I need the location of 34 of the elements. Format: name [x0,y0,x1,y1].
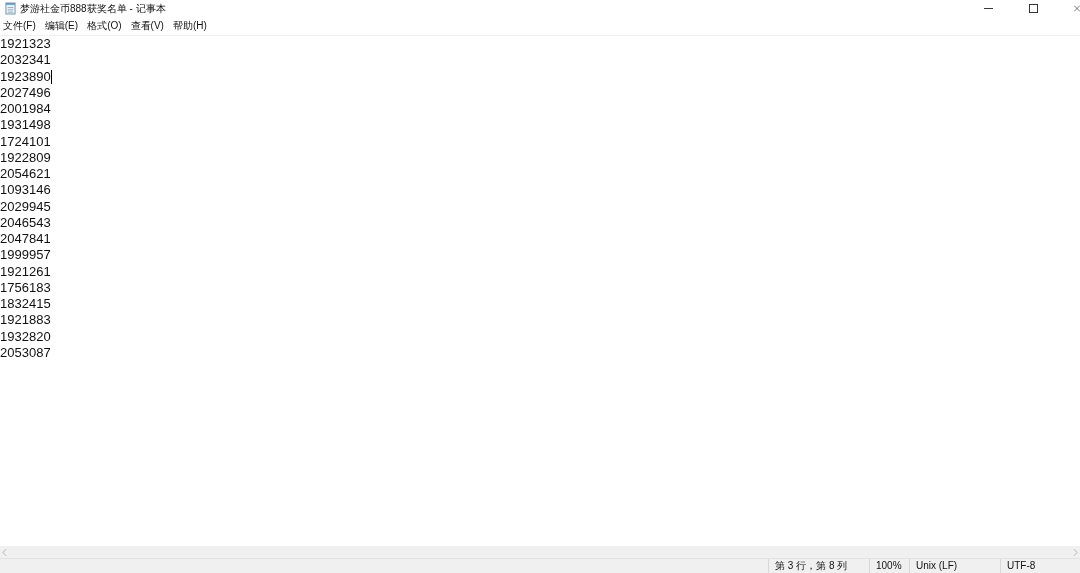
text-editor[interactable]: 1921323 2032341 1923890 2027496 2001984 1931498 1724101 1922809 2054621 1093146 2029945 2046543 2047841 1999957 1921261 1756183 1832415 1921883 1932820 2053087 [0,36,1080,546]
text-line: 2054621 [0,166,51,183]
close-icon[interactable] [1074,4,1080,13]
text-line: 1724101 [0,133,51,150]
text-line: 2032341 [0,52,51,69]
text-line: 1999957 [0,247,51,264]
menu-item[interactable]: 查看(V) [130,19,164,33]
text-line: 1922809 [0,149,51,166]
menu-item[interactable]: 文件(F) [3,19,36,33]
maximize-icon[interactable] [1029,4,1038,13]
menu-item[interactable]: 格式(O) [87,19,122,33]
encoding: UTF-8 [1000,559,1080,573]
text-line: 2001984 [0,101,51,118]
text-line: 1923890 [0,68,51,85]
cursor-position: 第 3 行，第 8 列 [768,559,869,573]
text-line: 1932820 [0,328,51,345]
zoom-level: 100% [869,559,909,573]
text-line: 2047841 [0,231,51,248]
text-line: 2053087 [0,344,51,361]
text-line: 1093146 [0,182,51,199]
text-line: 2027496 [0,84,51,101]
text-line: 2046543 [0,214,51,231]
text-line: 2029945 [0,198,51,215]
text-line: 1832415 [0,296,51,313]
text-line: 1921323 [0,36,51,53]
notepad-icon [5,2,16,15]
text-line: 1921883 [0,312,51,329]
menu-item[interactable]: 帮助(H) [172,19,207,33]
text-line: 1921261 [0,263,51,280]
text-line: 1931498 [0,117,51,134]
window-title: 梦游社金币888获奖名单 - 记事本 [20,1,166,16]
line-ending: Unix (LF) [909,559,1000,573]
menu-item[interactable]: 编辑(E) [44,19,79,33]
text-line: 1756183 [0,279,51,296]
